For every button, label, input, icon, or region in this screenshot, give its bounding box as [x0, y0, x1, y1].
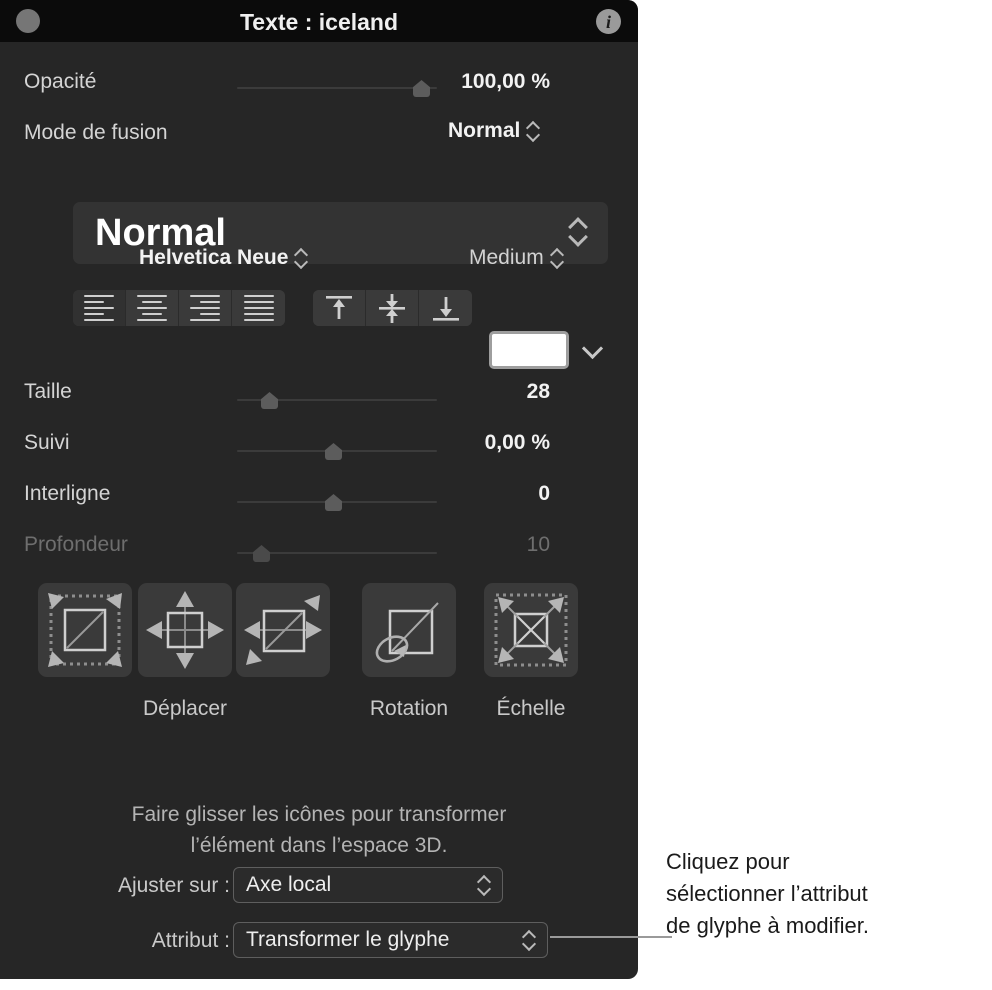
font-family-stepper[interactable]: Helvetica Neue: [139, 246, 307, 270]
info-icon[interactable]: i: [596, 9, 621, 34]
page-title: Texte : iceland: [239, 9, 399, 35]
move-free-tile[interactable]: [38, 583, 132, 677]
line-spacing-slider[interactable]: [237, 492, 437, 512]
attribute-popup[interactable]: Transformer le glyphe: [233, 922, 548, 958]
chevron-down-icon[interactable]: [583, 340, 603, 360]
text-align-group[interactable]: [73, 290, 285, 326]
transform-help-line-1: Faire glisser les icônes pour transforme…: [131, 803, 507, 826]
callout-leader-line: [550, 936, 672, 938]
screenshot-root: Texte : iceland i Opacité 100,00 % Mode …: [0, 0, 992, 990]
chevron-updown-icon: [478, 874, 490, 896]
scale-label: Échelle: [496, 697, 566, 720]
blend-mode-value: Normal: [448, 119, 521, 142]
font-style-value: Medium: [469, 246, 544, 269]
size-slider[interactable]: [237, 390, 437, 410]
depth-slider-thumb: [253, 545, 270, 562]
text-inspector-panel: Texte : iceland i Opacité 100,00 % Mode …: [0, 0, 638, 979]
align-top-icon: [326, 296, 352, 319]
line-spacing-label: Interligne: [24, 482, 111, 505]
line-spacing-value[interactable]: 0: [420, 482, 550, 506]
blend-mode-label: Mode de fusion: [24, 121, 168, 144]
align-top-button[interactable]: [313, 290, 366, 326]
align-center-icon: [137, 294, 167, 322]
blend-mode-stepper[interactable]: Normal: [448, 119, 539, 143]
adjust-on-popup[interactable]: Axe local: [233, 867, 503, 903]
callout-text: Cliquez pour sélectionner l’attribut de …: [666, 846, 986, 942]
tracking-slider-thumb[interactable]: [325, 443, 342, 460]
align-bottom-button[interactable]: [419, 290, 472, 326]
scale-icon: [494, 593, 568, 667]
rotate-icon: [375, 602, 439, 663]
opacity-value[interactable]: 100,00 %: [400, 70, 550, 94]
transform-help-text: Faire glisser les icônes pour transforme…: [0, 799, 638, 861]
align-left-button[interactable]: [73, 290, 126, 326]
move-axis-icon: [146, 591, 224, 669]
font-family-value: Helvetica Neue: [139, 246, 289, 269]
size-value[interactable]: 28: [420, 380, 550, 404]
align-left-icon: [84, 294, 114, 322]
move-plane-icon: [244, 595, 322, 665]
depth-label: Profondeur: [24, 533, 128, 556]
callout-line-2: sélectionner l’attribut: [666, 881, 868, 906]
tracking-value[interactable]: 0,00 %: [420, 431, 550, 455]
move-free-icon: [48, 593, 122, 667]
opacity-label: Opacité: [24, 70, 97, 93]
move-plane-tile[interactable]: [236, 583, 330, 677]
callout-line-3: de glyphe à modifier.: [666, 913, 870, 938]
chevron-updown-icon: [527, 120, 539, 142]
align-bottom-icon: [432, 297, 459, 321]
adjust-on-value: Axe local: [246, 873, 332, 896]
chevron-updown-icon: [551, 247, 563, 269]
align-right-button[interactable]: [179, 290, 232, 326]
align-justify-icon: [243, 294, 274, 322]
font-style-stepper[interactable]: Medium: [469, 246, 563, 270]
transform-help-line-2: l’élément dans l’espace 3D.: [190, 834, 448, 857]
panel-body: Opacité 100,00 % Mode de fusion Normal N…: [0, 42, 638, 979]
chevron-updown-icon: [523, 929, 535, 951]
size-slider-thumb[interactable]: [261, 392, 278, 409]
align-middle-button[interactable]: [366, 290, 419, 326]
vertical-align-group[interactable]: [313, 290, 472, 326]
rotate-tile[interactable]: [362, 583, 456, 677]
text-color-swatch[interactable]: [489, 331, 569, 369]
rotation-label: Rotation: [369, 697, 449, 720]
align-justify-button[interactable]: [232, 290, 285, 326]
line-spacing-slider-thumb[interactable]: [325, 494, 342, 511]
tracking-label: Suivi: [24, 431, 70, 454]
adjust-on-label: Ajuster sur :: [117, 874, 230, 897]
chevron-updown-icon: [570, 218, 586, 248]
depth-slider: [237, 543, 437, 563]
attribute-value: Transformer le glyphe: [246, 928, 450, 951]
chevron-updown-icon: [295, 247, 307, 269]
attribute-label: Attribut :: [151, 929, 230, 952]
move-axis-tile[interactable]: [138, 583, 232, 677]
align-middle-icon: [379, 294, 405, 323]
scale-tile[interactable]: [484, 583, 578, 677]
callout-line-1: Cliquez pour: [666, 849, 790, 874]
tracking-slider[interactable]: [237, 441, 437, 461]
align-center-button[interactable]: [126, 290, 179, 326]
size-label: Taille: [24, 380, 72, 403]
move-label: Déplacer: [142, 697, 228, 720]
align-right-icon: [190, 294, 220, 322]
depth-value: 10: [526, 533, 550, 556]
panel-titlebar: Texte : iceland i: [0, 0, 638, 42]
